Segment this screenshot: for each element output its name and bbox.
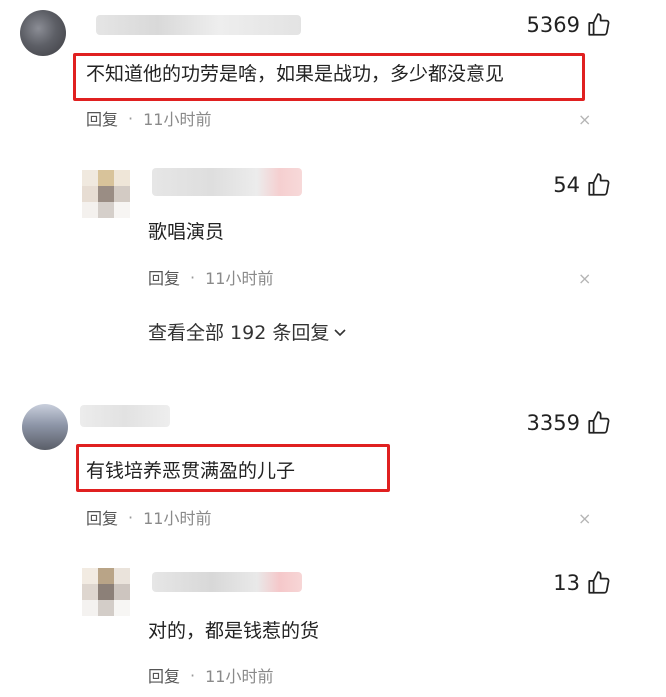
comment-meta: 回复 · 11小时前 (86, 106, 211, 130)
thumbs-up-icon (588, 571, 610, 594)
meta-separator: · (128, 108, 134, 128)
close-icon[interactable]: × (578, 269, 591, 288)
thumbs-up-icon (588, 173, 610, 196)
like-button[interactable]: 3359 (527, 410, 612, 436)
reply-link[interactable]: 回复 (148, 663, 180, 687)
like-button[interactable]: 13 (553, 570, 612, 596)
view-all-replies-button[interactable]: 查看全部 192 条回复 (148, 318, 347, 345)
chevron-down-icon (334, 328, 346, 336)
commenter-name-blurred[interactable] (80, 405, 170, 427)
reply-link[interactable]: 回复 (86, 505, 118, 529)
timestamp: 11小时前 (143, 110, 212, 129)
commenter-avatar[interactable] (22, 404, 68, 450)
close-icon[interactable]: × (578, 110, 591, 129)
timestamp: 11小时前 (205, 667, 274, 686)
replier-name-blurred[interactable] (152, 572, 302, 592)
reply-meta: 回复 · 11小时前 (148, 663, 273, 687)
like-count: 13 (553, 571, 580, 595)
comment-meta: 回复 · 11小时前 (86, 505, 211, 529)
reply-link[interactable]: 回复 (148, 265, 180, 289)
view-all-label: 查看全部 192 条回复 (148, 322, 330, 344)
meta-separator: · (128, 507, 134, 527)
reply-text: 对的，都是钱惹的货 (148, 620, 320, 642)
commenter-name-blurred[interactable] (96, 15, 301, 35)
replier-avatar[interactable] (82, 170, 130, 218)
replier-avatar[interactable] (82, 568, 130, 616)
thumbs-up-icon (588, 13, 610, 36)
reply-meta: 回复 · 11小时前 (148, 265, 273, 289)
meta-separator: · (190, 267, 196, 287)
timestamp: 11小时前 (205, 269, 274, 288)
replier-name-blurred[interactable] (152, 168, 302, 196)
reply-text: 歌唱演员 (148, 221, 225, 243)
timestamp: 11小时前 (143, 509, 212, 528)
like-count: 3359 (526, 411, 580, 435)
reply-link[interactable]: 回复 (86, 106, 118, 130)
commenter-avatar[interactable] (20, 10, 66, 56)
close-icon[interactable]: × (578, 509, 591, 528)
like-count: 54 (553, 173, 580, 197)
like-button[interactable]: 54 (553, 172, 612, 198)
meta-separator: · (190, 665, 196, 685)
comment-text: 不知道他的功劳是啥，如果是战功，多少都没意见 (86, 63, 505, 85)
like-button[interactable]: 5369 (527, 12, 612, 38)
comment-text: 有钱培养恶贯满盈的儿子 (86, 460, 296, 482)
thumbs-up-icon (588, 411, 610, 434)
like-count: 5369 (526, 13, 580, 37)
